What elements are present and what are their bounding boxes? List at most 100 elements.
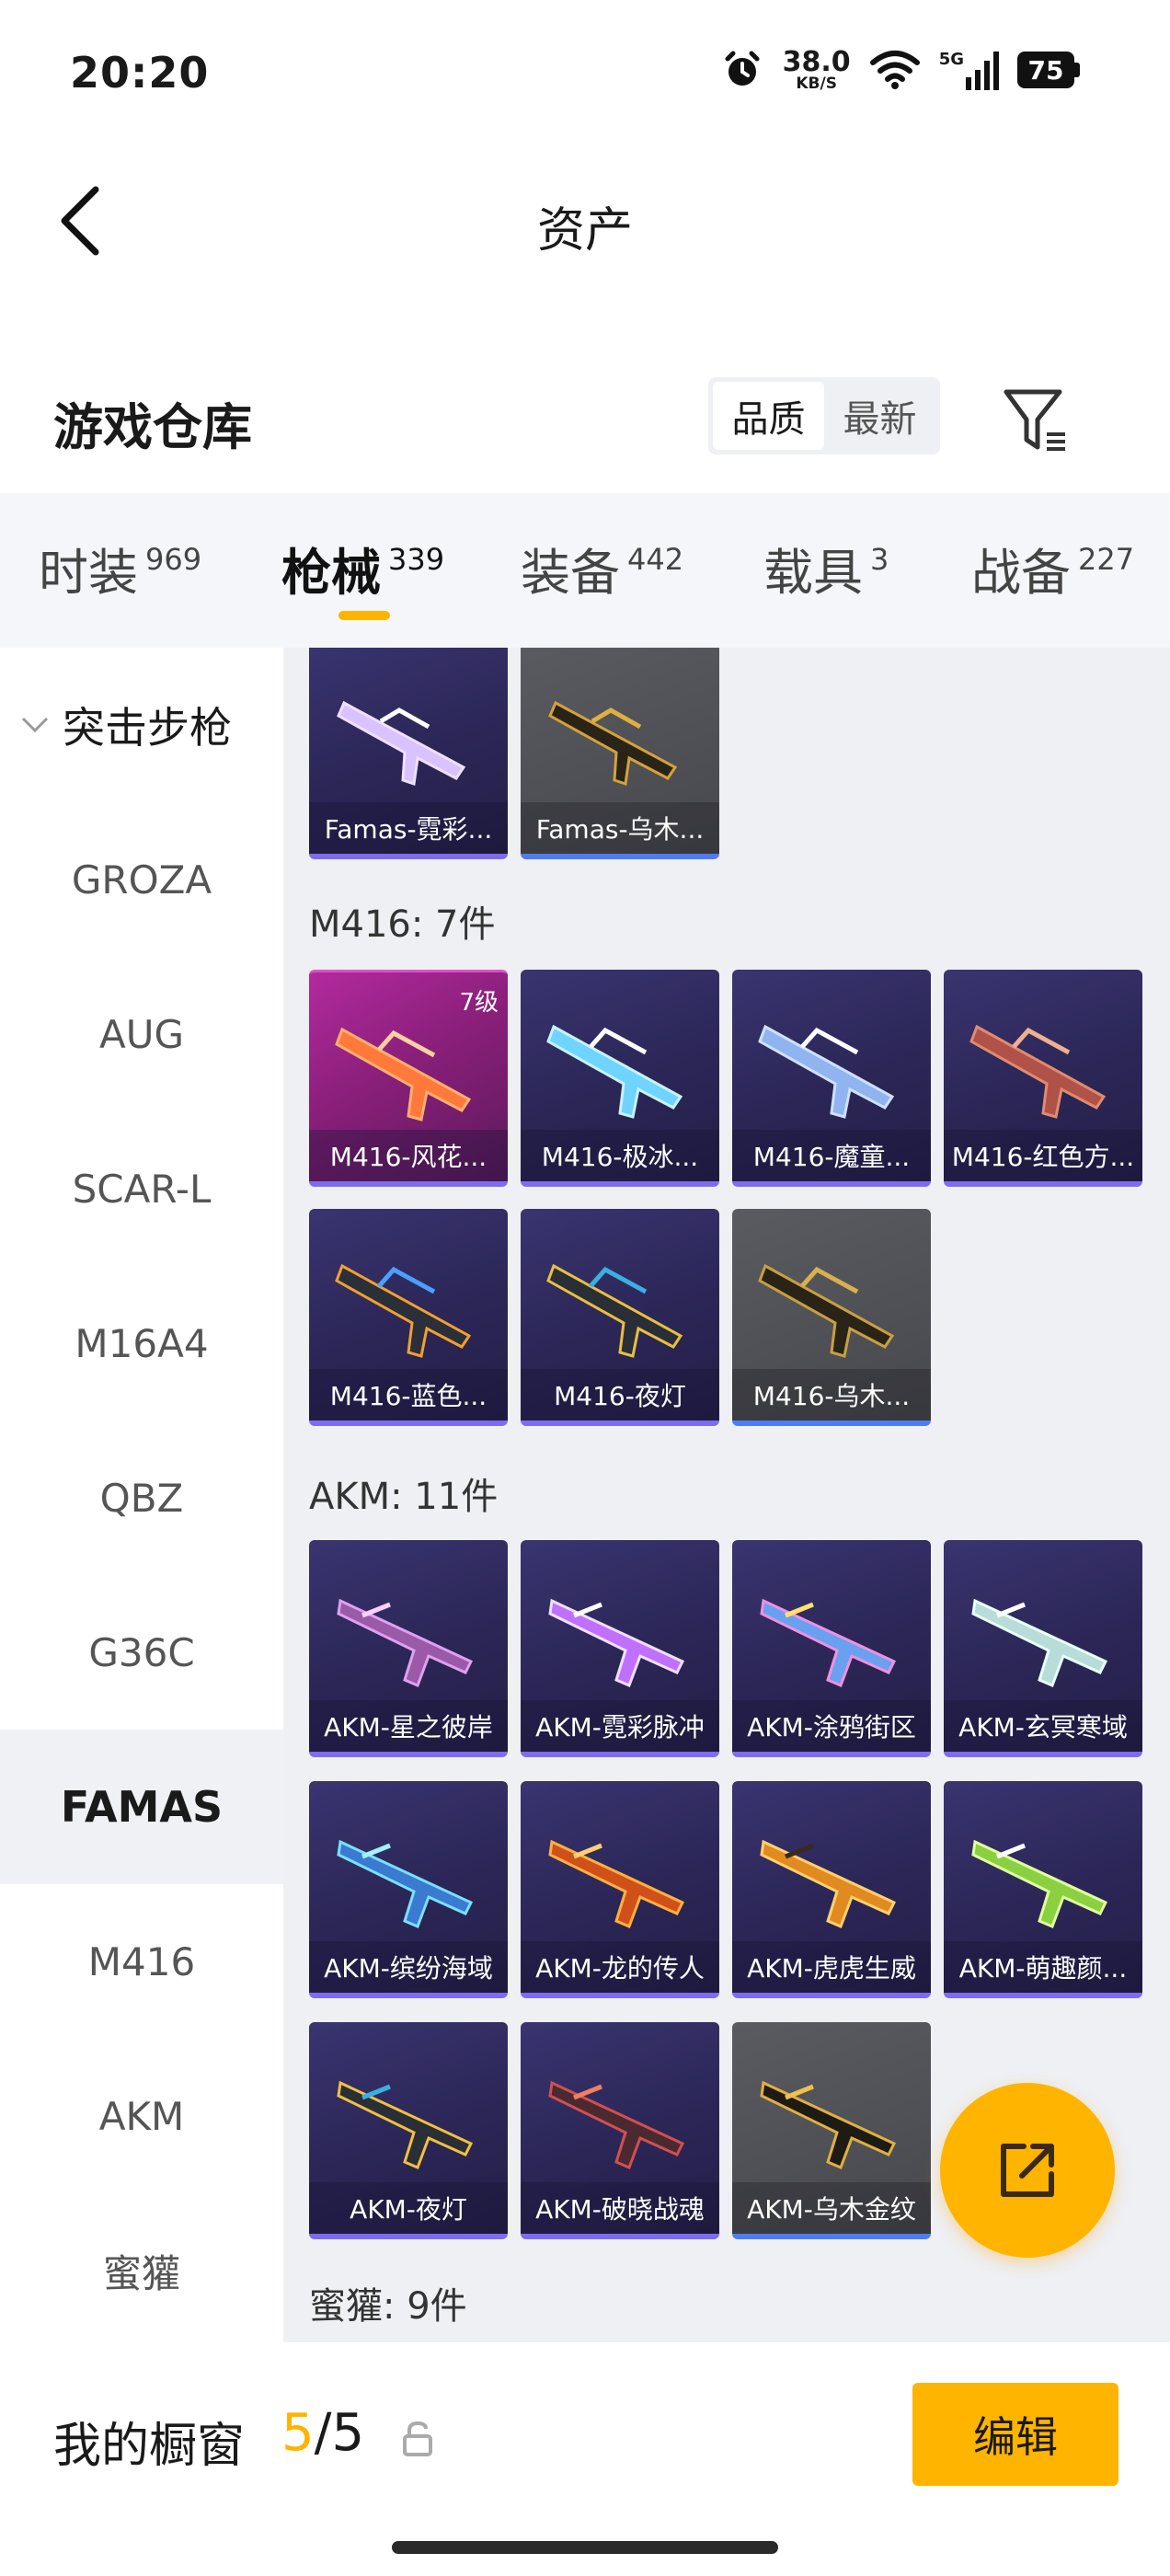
sidebar-item-akm[interactable]: AKM (0, 2039, 283, 2193)
skin-card[interactable]: M416-极冰... (521, 970, 719, 1187)
showcase-title: 我的橱窗 (53, 2419, 246, 2474)
battery-indicator: 75 (1017, 52, 1080, 88)
skin-card[interactable]: M416-红色方... (944, 970, 1142, 1187)
skin-card[interactable]: AKM-涂鸦街区 (732, 1540, 931, 1757)
net-speed-value: 38.0 (782, 45, 851, 78)
sidebar-item-aug[interactable]: AUG (0, 957, 283, 1111)
tab-label: 战备 (971, 544, 1071, 602)
skin-card[interactable]: AKM-夜灯 (309, 2022, 508, 2239)
skin-card[interactable]: AKM-龙的传人 (521, 1781, 719, 1998)
skin-card[interactable]: M416-乌木... (732, 1209, 931, 1426)
tab-count: 339 (388, 542, 445, 577)
filter-button[interactable] (999, 383, 1072, 456)
skin-name: M416-夜灯 (521, 1369, 719, 1420)
skin-name: AKM-萌趣颜... (944, 1941, 1142, 1993)
rifle-icon (548, 700, 678, 786)
battery-tip (1074, 63, 1080, 77)
skin-name: Famas-乌木... (521, 802, 719, 854)
tab-count: 3 (870, 542, 889, 577)
net-speed: 38.0 KB/S (782, 45, 851, 93)
skin-card[interactable]: AKM-霓彩脉冲 (521, 1540, 719, 1757)
skin-card[interactable]: AKM-乌木金纹 (732, 2022, 931, 2239)
skin-card[interactable]: M416-夜灯 (521, 1209, 719, 1426)
sidebar-group-assault-rifles[interactable]: 突击步枪 (0, 648, 283, 802)
tab-equipment[interactable]: 装备 442 (521, 532, 683, 604)
group-title-akm: AKM: 11件 (309, 1476, 499, 1518)
skin-card[interactable]: AKM-玄冥寒域 (944, 1540, 1142, 1757)
share-button[interactable] (940, 2083, 1115, 2258)
status-time: 20:20 (70, 48, 210, 98)
status-bar: 20:20 38.0 KB/S 5G 75 (0, 0, 1170, 147)
sort-toggle: 品质 最新 (708, 377, 940, 454)
skin-name: M416-魔童... (732, 1130, 931, 1181)
showcase-separator: / (314, 2403, 332, 2463)
category-tabs: 时装 969 枪械 339 装备 442 载具 3 战备 227 (0, 493, 1170, 648)
tab-vehicles[interactable]: 载具 3 (763, 532, 889, 604)
rifle-icon (760, 1598, 897, 1687)
rifle-icon (337, 700, 466, 786)
rifle-icon (758, 1024, 895, 1119)
sort-newest-option[interactable]: 最新 (824, 382, 935, 450)
rifle-icon (760, 2080, 897, 2169)
skin-name: AKM-星之彼岸 (309, 1700, 508, 1752)
group-title-m416: M416: 7件 (309, 903, 496, 946)
tab-fashion[interactable]: 时装 969 (39, 532, 201, 604)
sidebar-item-m16a4[interactable]: M16A4 (0, 1266, 283, 1420)
skin-card[interactable]: M416-魔童... (732, 970, 931, 1187)
sidebar-item-groza[interactable]: GROZA (0, 802, 283, 957)
tab-supplies[interactable]: 战备 227 (971, 532, 1134, 604)
network-type: 5G (938, 50, 964, 69)
skin-name: AKM-虎虎生威 (732, 1941, 931, 1993)
skin-name: AKM-霓彩脉冲 (521, 1700, 719, 1752)
sidebar-item-g36c[interactable]: G36C (0, 1575, 283, 1730)
weapon-sidebar: 突击步枪 GROZA AUG SCAR-L M16A4 QBZ G36C FAM… (0, 648, 283, 2342)
skin-card[interactable]: AKM-破晓战魂 (521, 2022, 719, 2239)
skin-card[interactable]: AKM-虎虎生威 (732, 1781, 931, 1998)
showcase-bar: 我的橱窗 5/5 编辑 (0, 2342, 1170, 2576)
section-header: 游戏仓库 品质 最新 (0, 359, 1170, 478)
rifle-icon (971, 1839, 1108, 1928)
skin-card[interactable]: AKM-缤纷海域 (309, 1781, 508, 1998)
tab-label: 枪械 (281, 544, 381, 602)
skin-card[interactable]: 7级 M416-风花... (309, 970, 508, 1187)
group-title-honey-badger: 蜜獾: 9件 (309, 2285, 467, 2328)
tab-count: 969 (145, 542, 202, 577)
sidebar-item-famas[interactable]: FAMAS (0, 1730, 283, 1884)
tab-label: 时装 (39, 544, 138, 602)
skin-card[interactable]: AKM-萌趣颜... (944, 1781, 1142, 1998)
rifle-icon (548, 1839, 685, 1928)
rifle-icon (546, 1263, 683, 1358)
rifle-icon (337, 2080, 474, 2169)
skin-card[interactable]: M416-蓝色... (309, 1209, 508, 1426)
skin-name: M416-风花... (309, 1130, 508, 1181)
net-speed-unit: KB/S (796, 74, 837, 93)
skin-card[interactable]: Famas-霓彩... (309, 648, 508, 859)
rifle-icon (969, 1024, 1107, 1119)
warehouse-title: 游戏仓库 (53, 398, 252, 456)
cellular-signal: 5G (939, 50, 999, 90)
signal-icon (966, 52, 999, 90)
sort-quality-option[interactable]: 品质 (713, 382, 824, 450)
skin-card[interactable]: Famas-乌木... (521, 648, 719, 859)
showcase-count: 5/5 (281, 2403, 364, 2463)
skin-card[interactable]: AKM-星之彼岸 (309, 1540, 508, 1757)
skin-name: M416-蓝色... (309, 1369, 508, 1420)
skin-name: AKM-涂鸦街区 (732, 1700, 931, 1752)
tab-label: 装备 (521, 544, 620, 602)
rifle-icon (337, 1839, 474, 1928)
skin-name: AKM-破晓战魂 (521, 2182, 719, 2234)
sidebar-item-scar-l[interactable]: SCAR-L (0, 1111, 283, 1266)
skin-name: AKM-缤纷海域 (309, 1941, 508, 1993)
skin-name: AKM-乌木金纹 (732, 2182, 931, 2234)
sidebar-item-qbz[interactable]: QBZ (0, 1420, 283, 1575)
rifle-icon (971, 1598, 1108, 1687)
showcase-total: 5 (331, 2403, 365, 2463)
edit-button[interactable]: 编辑 (912, 2383, 1118, 2486)
sidebar-item-m416[interactable]: M416 (0, 1884, 283, 2039)
showcase-current: 5 (281, 2403, 315, 2463)
tab-firearms[interactable]: 枪械 339 (281, 532, 444, 604)
battery-level: 75 (1017, 52, 1074, 88)
sidebar-item-honey-badger[interactable]: 蜜獾 (0, 2193, 283, 2348)
tab-count: 442 (627, 542, 684, 577)
wifi-icon (869, 51, 920, 89)
